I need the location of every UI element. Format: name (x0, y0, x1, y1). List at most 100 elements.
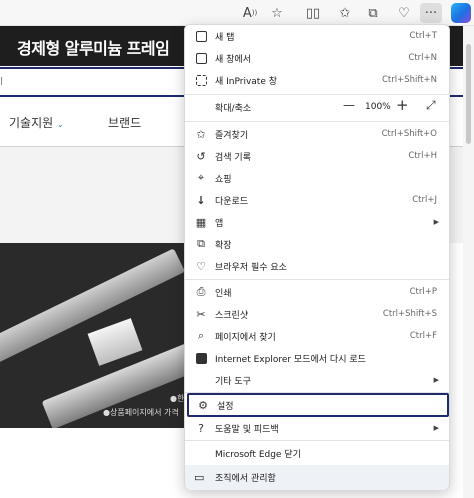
menu-label: 확대/축소 (215, 103, 252, 114)
menu-favorites[interactable]: ✩ 즐겨찾기 Ctrl+Shift+O (187, 123, 449, 145)
apps-icon: ▦ (195, 215, 207, 229)
shopping-icon: ⌖ (197, 171, 205, 184)
menu-downloads[interactable]: ↓ 다운로드 Ctrl+J (187, 189, 449, 211)
menu-label: 다운로드 (215, 196, 249, 207)
menu-label: 페이지에서 찾기 (215, 332, 276, 343)
menu-new-window[interactable]: 새 창에서 Ctrl+N (187, 47, 449, 69)
chevron-down-icon: ⌄ (57, 120, 64, 129)
menu-screenshot[interactable]: ✂ 스크린샷 Ctrl+Shift+S (187, 303, 449, 325)
menu-settings[interactable]: ⚙ 설정 (187, 393, 449, 417)
menu-shortcut: Ctrl+Shift+S (382, 309, 437, 319)
nav-brand[interactable]: 브랜드 (108, 114, 141, 131)
menu-label: 설정 (217, 401, 234, 412)
help-icon: ? (198, 421, 204, 435)
menu-label: 확장 (215, 240, 232, 251)
menu-history[interactable]: ↺ 검색 기록 Ctrl+H (187, 145, 449, 167)
zoom-level: 100% (365, 102, 391, 112)
menu-label: 새 탭 (215, 32, 235, 43)
banner-title: 경제형 알루미늄 프레임 (17, 39, 170, 58)
screenshot-icon: ✂ (196, 307, 206, 321)
menu-ie-mode[interactable]: Internet Explorer 모드에서 다시 로드 (187, 347, 449, 369)
browser-more-menu: 새 탭 Ctrl+T 새 창에서 Ctrl+N 새 InPrivate 창 Ct… (184, 24, 450, 490)
more-menu-icon[interactable]: ··· (420, 3, 442, 23)
zoom-out-button[interactable]: — (343, 98, 355, 112)
copilot-icon[interactable] (451, 3, 471, 23)
chevron-right-icon: ▶ (433, 424, 439, 432)
product-caption-1: ●한 (170, 394, 185, 403)
menu-label: 스크린샷 (215, 310, 249, 321)
menu-label: 새 창에서 (215, 54, 251, 65)
download-icon: ↓ (196, 193, 206, 207)
menu-print[interactable]: ⎙ 인쇄 Ctrl+P (187, 281, 449, 303)
menu-label: 쇼핑 (215, 174, 232, 185)
menu-separator (185, 121, 449, 122)
menu-label: 새 InPrivate 창 (215, 76, 278, 87)
new-window-icon (194, 51, 208, 65)
more-glyph: ··· (424, 5, 438, 21)
split-screen-icon[interactable]: ▯▯ (302, 3, 324, 23)
product-image: ●한 ●상품페이지에서 가격 (0, 243, 200, 428)
nav-tech-support-label: 기술지원 (9, 116, 54, 130)
fullscreen-icon[interactable]: ⤢ (426, 98, 436, 113)
extensions-icon: ⧉ (197, 237, 205, 250)
zoom-in-button[interactable]: + (396, 96, 409, 114)
search-text: l (0, 75, 4, 88)
favorites-icon: ✩ (196, 127, 206, 141)
menu-shortcut: Ctrl+T (409, 31, 437, 41)
menu-separator (185, 94, 449, 95)
menu-shortcut: Ctrl+Shift+O (381, 129, 437, 139)
menu-separator (185, 279, 449, 280)
menu-help-feedback[interactable]: ? 도움말 및 피드백 ▶ (187, 417, 449, 439)
favorites-icon[interactable]: ✩ (334, 3, 356, 23)
browser-essentials-icon: ♡ (196, 259, 206, 273)
menu-shortcut: Ctrl+Shift+N (381, 75, 437, 85)
menu-shopping[interactable]: ⌖ 쇼핑 (187, 167, 449, 189)
menu-label: 기타 도구 (215, 376, 251, 387)
menu-label: 즐겨찾기 (215, 130, 249, 141)
menu-label: 브라우저 필수 요소 (215, 262, 287, 273)
chevron-right-icon: ▶ (433, 218, 439, 226)
settings-icon: ⚙ (198, 398, 208, 412)
managed-icon: ▭ (194, 471, 205, 484)
find-icon: ⌕ (197, 329, 205, 342)
read-aloud-glyph: A (242, 5, 252, 21)
menu-find-on-page[interactable]: ⌕ 페이지에서 찾기 Ctrl+F (187, 325, 449, 347)
menu-zoom: 확대/축소 (187, 96, 449, 118)
product-caption-2: ●상품페이지에서 가격 (103, 408, 179, 417)
menu-label: 인쇄 (215, 288, 232, 299)
favorite-star-icon[interactable]: ☆ (266, 3, 288, 23)
chevron-right-icon: ▶ (433, 376, 439, 384)
menu-new-tab[interactable]: 새 탭 Ctrl+T (187, 25, 449, 47)
carriage-image (87, 318, 143, 366)
menu-label: 조직에서 관리함 (215, 474, 276, 484)
ie-mode-icon (194, 351, 208, 365)
browser-toolbar: A)) ☆ ▯▯ ✩ ⧉ ♡ ··· (0, 0, 474, 26)
new-tab-icon (194, 29, 208, 43)
menu-extensions[interactable]: ⧉ 확장 (187, 233, 449, 255)
menu-label: 검색 기록 (215, 152, 251, 163)
nav-tech-support[interactable]: 기술지원 ⌄ (9, 114, 64, 131)
menu-shortcut: Ctrl+N (408, 53, 437, 63)
menu-shortcut: Ctrl+F (409, 331, 437, 341)
menu-label: Microsoft Edge 닫기 (215, 449, 301, 460)
menu-shortcut: Ctrl+J (412, 195, 437, 205)
menu-managed-by-org[interactable]: ▭ 조직에서 관리함 (185, 465, 449, 490)
menu-shortcut: Ctrl+P (409, 287, 437, 297)
print-icon: ⎙ (196, 285, 206, 298)
menu-close-edge[interactable]: Microsoft Edge 닫기 (187, 442, 449, 464)
menu-shortcut: Ctrl+H (408, 151, 437, 161)
menu-new-inprivate[interactable]: 새 InPrivate 창 Ctrl+Shift+N (187, 69, 449, 91)
menu-label: Internet Explorer 모드에서 다시 로드 (215, 354, 366, 365)
menu-browser-essentials[interactable]: ♡ 브라우저 필수 요소 (187, 255, 449, 277)
menu-label: 도움말 및 피드백 (215, 424, 279, 435)
menu-more-tools[interactable]: 기타 도구 ▶ (187, 369, 449, 391)
scrollbar-thumb[interactable] (466, 44, 471, 144)
collections-icon[interactable]: ⧉ (362, 3, 384, 23)
history-icon: ↺ (196, 149, 206, 163)
menu-separator (185, 440, 449, 441)
read-aloud-icon[interactable]: A)) (239, 3, 261, 23)
menu-apps[interactable]: ▦ 앱 ▶ (187, 211, 449, 233)
menu-label: 앱 (215, 218, 224, 229)
inprivate-icon (194, 73, 208, 87)
browser-essentials-icon[interactable]: ♡ (393, 3, 415, 23)
